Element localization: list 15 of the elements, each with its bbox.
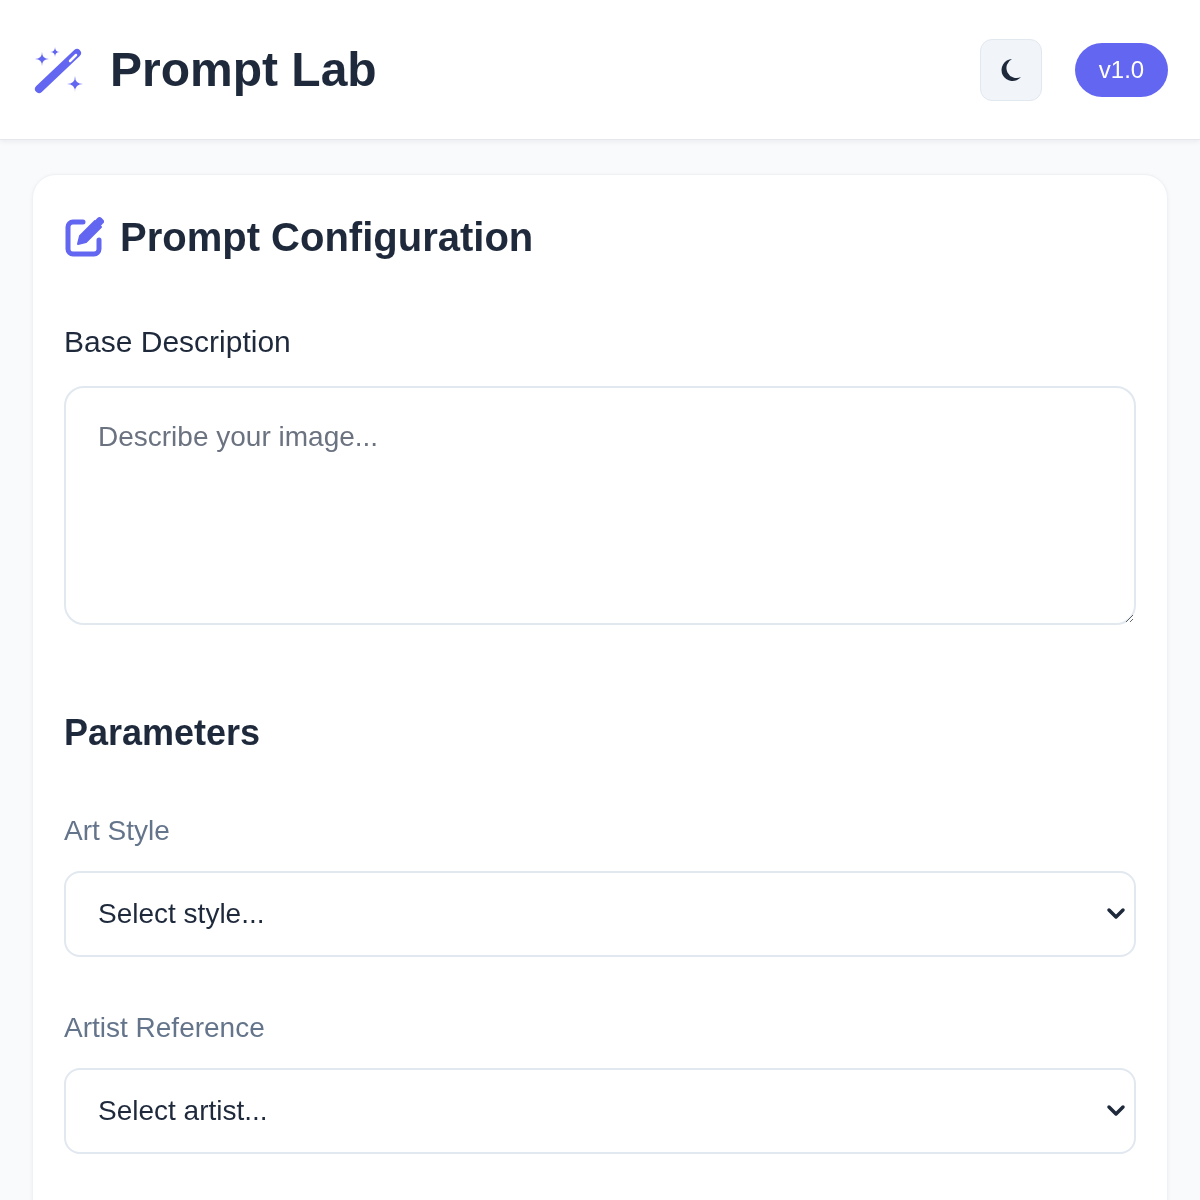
dropdown-select[interactable]: Select style... (64, 871, 1136, 957)
app-title: Prompt Lab (110, 41, 377, 98)
field-label: Art Style (64, 814, 171, 848)
moon-icon (1000, 57, 1022, 82)
dropdown-select[interactable]: Select artist... (64, 1068, 1136, 1154)
field-label: Base Description (64, 324, 292, 360)
chevron-down-icon (1106, 907, 1126, 921)
version-badge: v1.0 (1075, 42, 1168, 97)
section-heading: Parameters (64, 711, 262, 755)
theme-toggle-button[interactable] (980, 38, 1042, 101)
edit-icon (64, 216, 104, 258)
card-title: Prompt Configuration (120, 214, 534, 260)
field-label: Artist Reference (64, 1011, 266, 1045)
chevron-down-icon (1106, 1104, 1126, 1118)
description-textarea[interactable]: Describe your image... (64, 386, 1136, 625)
